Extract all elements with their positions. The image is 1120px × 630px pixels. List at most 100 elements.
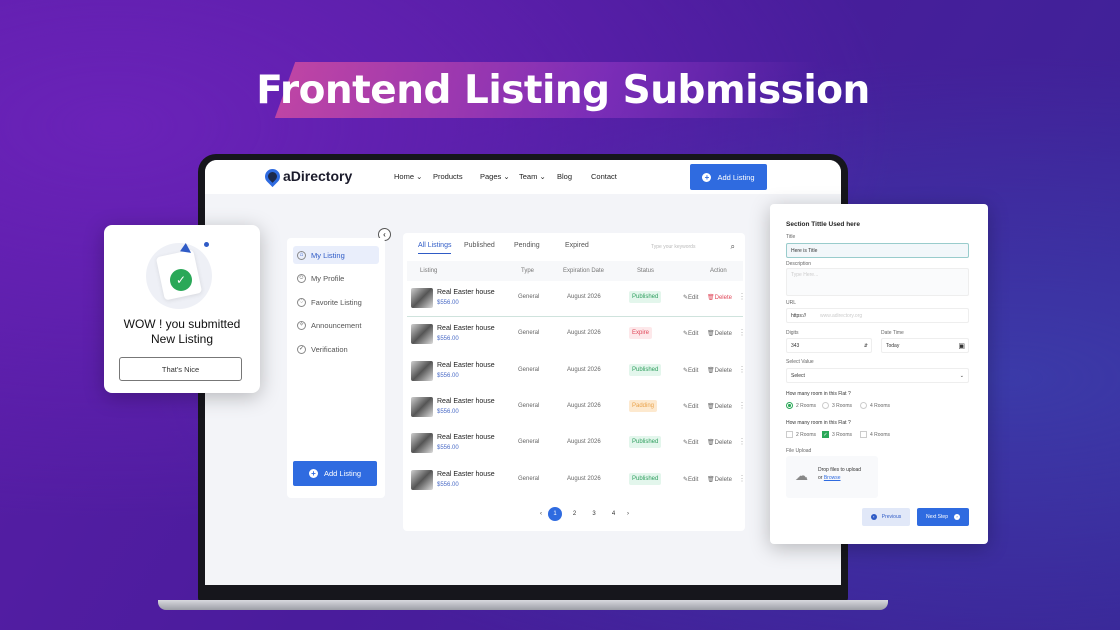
- radio-option[interactable]: 4 Rooms: [860, 402, 890, 409]
- page-3-button[interactable]: 3: [587, 507, 601, 521]
- chevron-down-icon: ⌄: [416, 172, 423, 181]
- checkbox-option[interactable]: 4 Rooms: [860, 431, 890, 438]
- prev-page-icon[interactable]: ‹: [534, 507, 548, 521]
- header-add-listing-button[interactable]: + Add Listing: [690, 164, 767, 190]
- nav-home[interactable]: Home ⌄: [394, 172, 422, 181]
- listing-name[interactable]: Real Easter house: [437, 471, 495, 478]
- page-4-button[interactable]: 4: [607, 507, 621, 521]
- url-placeholder: www.adirectory.org: [820, 312, 863, 319]
- digits-stepper[interactable]: 343 ⇵: [786, 338, 872, 353]
- nav-contact[interactable]: Contact: [591, 172, 617, 181]
- expiration-date: August 2026: [567, 330, 601, 337]
- status-badge: Published: [629, 363, 662, 376]
- next-step-button[interactable]: Next Step ›: [917, 508, 969, 526]
- listing-type: General: [518, 475, 540, 482]
- next-page-icon[interactable]: ›: [621, 507, 635, 521]
- delete-button[interactable]: 🗑Delete: [707, 367, 732, 374]
- nav-blog[interactable]: Blog: [557, 172, 572, 181]
- sidebar-item-label: Announcement: [311, 321, 362, 330]
- edit-label: Edit: [688, 403, 699, 410]
- tab-expired[interactable]: Expired: [565, 242, 589, 249]
- sidebar-item-label: My Profile: [311, 274, 345, 283]
- plus-icon: +: [308, 469, 318, 478]
- sidebar-item-verification[interactable]: ✓ Verification: [293, 340, 379, 358]
- listing-price: $556.00: [437, 372, 459, 379]
- previous-button[interactable]: ‹ Previous: [862, 508, 910, 526]
- checkbox-option[interactable]: 2 Rooms: [786, 431, 816, 438]
- column-header-status: Status: [637, 268, 655, 274]
- more-options-icon[interactable]: ⋮: [738, 437, 746, 446]
- listing-name[interactable]: Real Easter house: [437, 398, 495, 405]
- nav-products[interactable]: Products: [433, 172, 463, 181]
- or-text: or: [818, 475, 823, 481]
- listing-price: $556.00: [437, 445, 459, 452]
- page-2-button[interactable]: 2: [568, 507, 582, 521]
- listing-name[interactable]: Real Easter house: [437, 362, 495, 369]
- edit-button[interactable]: ✎Edit: [683, 367, 698, 374]
- delete-button[interactable]: 🗑Delete: [707, 476, 732, 483]
- more-options-icon[interactable]: ⋮: [738, 474, 746, 483]
- checkbox-label: 2 Rooms: [796, 431, 817, 438]
- table-row[interactable]: Real Easter house $556.00 General August…: [407, 463, 746, 499]
- table-row[interactable]: Real Easter house $556.00 General August…: [407, 281, 746, 317]
- radio-question: How many room in this Flat ?: [786, 391, 851, 397]
- table-row[interactable]: Real Easter house $556.00 General August…: [407, 426, 746, 462]
- tab-published[interactable]: Published: [464, 242, 495, 249]
- thats-nice-button[interactable]: That's Nice: [119, 357, 242, 381]
- delete-label: Delete: [714, 367, 732, 374]
- radio-option[interactable]: 2 Rooms: [786, 402, 816, 409]
- delete-button[interactable]: 🗑Delete: [707, 403, 732, 410]
- edit-button[interactable]: ✎Edit: [683, 294, 698, 301]
- listing-thumbnail: [411, 360, 433, 381]
- browse-link[interactable]: Browse: [824, 475, 841, 481]
- status-badge: Padding: [629, 399, 658, 412]
- checkbox-option[interactable]: ✓ 3 Rooms: [822, 431, 852, 438]
- select-dropdown[interactable]: Select ⌄: [786, 368, 969, 383]
- button-label: Previous: [881, 514, 902, 520]
- more-options-icon[interactable]: ⋮: [738, 401, 746, 410]
- url-input[interactable]: https:// www.adirectory.org: [786, 308, 969, 323]
- button-label: Add Listing: [323, 469, 362, 478]
- listing-name[interactable]: Real Easter house: [437, 434, 495, 441]
- table-row[interactable]: Real Easter house $556.00 General August…: [407, 354, 746, 390]
- page-1-button[interactable]: 1: [548, 507, 562, 521]
- status-badge: Published: [629, 472, 662, 485]
- file-dropzone[interactable]: ☁ Drop files to upload or Browse: [786, 456, 878, 498]
- select-label: Select Value: [786, 359, 814, 365]
- delete-button[interactable]: 🗑Delete: [707, 330, 732, 337]
- radio-option[interactable]: 3 Rooms: [822, 402, 852, 409]
- delete-button[interactable]: 🗑Delete: [707, 439, 732, 446]
- edit-button[interactable]: ✎Edit: [683, 330, 698, 337]
- description-textarea[interactable]: Type Here...: [786, 268, 969, 296]
- delete-button[interactable]: 🗑Delete: [707, 294, 732, 301]
- search-input[interactable]: Type your keywords ⌕: [647, 239, 739, 255]
- trash-icon: 🗑: [707, 367, 715, 374]
- listing-name[interactable]: Real Easter house: [437, 325, 495, 332]
- table-row[interactable]: Real Easter house $556.00 General August…: [407, 317, 746, 353]
- sidebar-item-favorite-listing[interactable]: ♡ Favorite Listing: [293, 293, 379, 311]
- date-input[interactable]: Today ▣: [881, 338, 969, 353]
- sidebar-item-my-profile[interactable]: ☺ My Profile: [293, 270, 379, 288]
- logo[interactable]: aDirectory: [261, 165, 352, 187]
- edit-button[interactable]: ✎Edit: [683, 403, 698, 410]
- title-input[interactable]: Here is Title: [786, 243, 969, 258]
- more-options-icon[interactable]: ⋮: [738, 328, 746, 337]
- tab-all-listings[interactable]: All Listings: [418, 242, 452, 254]
- more-options-icon[interactable]: ⋮: [738, 292, 746, 301]
- tab-pending[interactable]: Pending: [514, 242, 540, 249]
- stepper-arrows-icon: ⇵: [863, 342, 868, 349]
- nav-team[interactable]: Team ⌄: [519, 172, 546, 181]
- nav-pages[interactable]: Pages ⌄: [480, 172, 510, 181]
- checkbox-icon: [786, 431, 793, 438]
- sidebar-item-announcement[interactable]: ✧ Announcement: [293, 317, 379, 335]
- sidebar-item-my-listing[interactable]: ⌂ My Listing: [293, 246, 379, 264]
- sidebar-add-listing-button[interactable]: + Add Listing: [293, 461, 377, 486]
- expiration-date: August 2026: [567, 439, 601, 446]
- edit-button[interactable]: ✎Edit: [683, 439, 698, 446]
- table-row[interactable]: Real Easter house $556.00 General August…: [407, 390, 746, 426]
- description-label: Description: [786, 261, 812, 267]
- listing-name[interactable]: Real Easter house: [437, 289, 495, 296]
- edit-button[interactable]: ✎Edit: [683, 476, 698, 483]
- more-options-icon[interactable]: ⋮: [738, 365, 746, 374]
- laptop-screen: aDirectory Home ⌄ Products Pages ⌄ Team ⌄ Bl…: [205, 160, 841, 585]
